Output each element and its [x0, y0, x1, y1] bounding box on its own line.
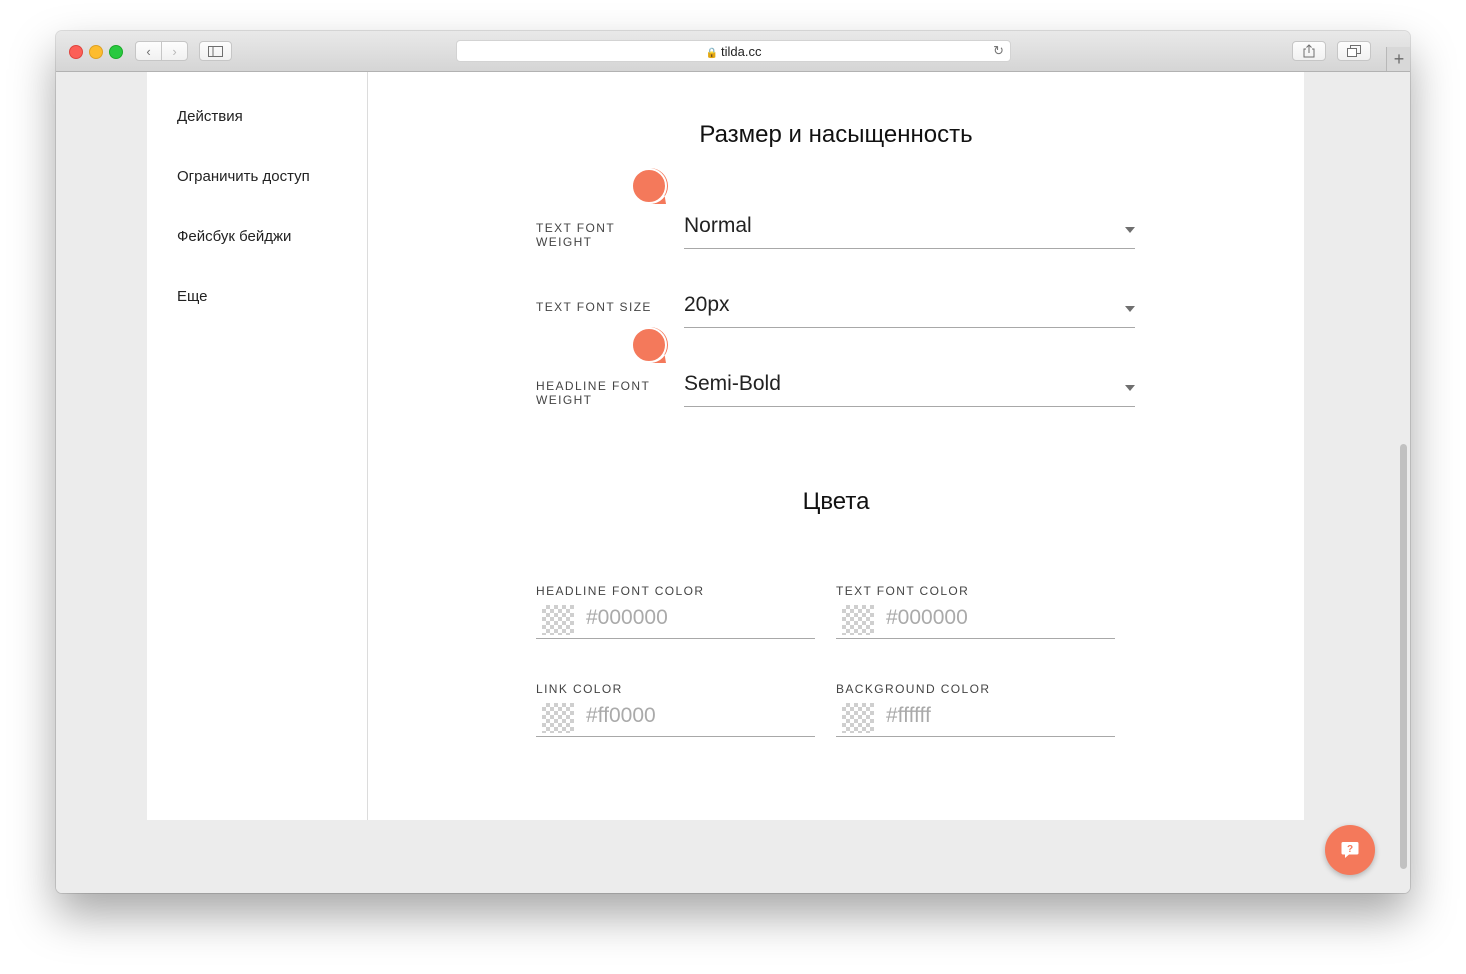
select-value: Normal — [684, 214, 752, 237]
text-font-weight-label: TEXT FONT WEIGHT — [536, 221, 616, 249]
color-swatch-icon[interactable] — [842, 605, 874, 635]
text-font-color-field — [836, 600, 1115, 639]
section-title-colors: Цвета — [802, 488, 870, 515]
back-button[interactable]: ‹ — [135, 41, 162, 61]
marker-icon — [631, 168, 668, 204]
caret-down-icon — [1125, 227, 1135, 233]
background-color-field — [836, 698, 1115, 737]
sidebar-item-more[interactable]: Еще — [177, 288, 208, 305]
link-color-label: LINK COLOR — [536, 682, 623, 696]
headline-font-weight-label: HEADLINE FONT WEIGHT — [536, 379, 651, 407]
select-value: Semi-Bold — [684, 372, 781, 395]
help-chat-button[interactable]: ? — [1325, 825, 1375, 875]
chevron-left-icon: ‹ — [146, 43, 151, 59]
zoom-window-button[interactable] — [109, 45, 123, 59]
color-swatch-icon[interactable] — [842, 703, 874, 733]
minimize-window-button[interactable] — [89, 45, 103, 59]
forward-button[interactable]: › — [161, 41, 188, 61]
sidebar-item-restrict-access[interactable]: Ограничить доступ — [177, 168, 310, 185]
svg-text:?: ? — [1347, 844, 1353, 855]
lock-icon: 🔒 — [705, 48, 718, 59]
text-font-size-select[interactable]: 20px — [684, 287, 1135, 328]
vertical-scrollbar[interactable] — [1396, 72, 1410, 893]
headline-font-weight-select[interactable]: Semi-Bold — [684, 366, 1135, 407]
settings-content: Размер и насыщенность TEXT FONT WEIGHT N… — [368, 72, 1304, 820]
text-font-weight-select[interactable]: Normal — [684, 208, 1135, 249]
new-tab-button[interactable]: + — [1386, 47, 1410, 71]
headline-font-color-field — [536, 600, 815, 639]
link-color-field — [536, 698, 815, 737]
marker-icon — [631, 327, 668, 363]
headline-font-color-input[interactable] — [586, 606, 806, 630]
reload-icon[interactable]: ↻ — [993, 43, 1004, 59]
show-tabs-button[interactable] — [1337, 41, 1371, 61]
scrollbar-thumb[interactable] — [1400, 444, 1407, 869]
text-font-color-input[interactable] — [886, 606, 1106, 630]
share-icon — [1303, 44, 1315, 58]
browser-toolbar: ‹ › 🔒 tilda.cc ↻ + — [56, 31, 1410, 72]
close-window-button[interactable] — [69, 45, 83, 59]
caret-down-icon — [1125, 306, 1135, 312]
color-swatch-icon[interactable] — [542, 703, 574, 733]
sidebar-icon — [208, 45, 223, 57]
select-value: 20px — [684, 293, 730, 316]
page-viewport: Действия Ограничить доступ Фейсбук бейдж… — [56, 72, 1410, 893]
sidebar-toggle-button[interactable] — [199, 41, 232, 61]
tabs-icon — [1347, 45, 1361, 57]
link-color-input[interactable] — [586, 704, 806, 728]
settings-sidebar: Действия Ограничить доступ Фейсбук бейдж… — [147, 72, 368, 820]
headline-font-color-label: HEADLINE FONT COLOR — [536, 584, 705, 598]
sidebar-item-actions[interactable]: Действия — [177, 108, 243, 125]
share-button[interactable] — [1292, 41, 1326, 61]
text-font-color-label: TEXT FONT COLOR — [836, 584, 970, 598]
plus-icon: + — [1393, 48, 1405, 69]
browser-window: ‹ › 🔒 tilda.cc ↻ + Действия Ограничить д… — [56, 31, 1410, 893]
url-text: tilda.cc — [720, 44, 762, 59]
help-icon: ? — [1341, 842, 1359, 858]
chevron-right-icon: › — [172, 43, 177, 59]
text-font-size-label: TEXT FONT SIZE — [536, 300, 652, 314]
section-title-size-weight: Размер и насыщенность — [699, 121, 973, 148]
caret-down-icon — [1125, 385, 1135, 391]
background-color-input[interactable] — [886, 704, 1106, 728]
background-color-label: BACKGROUND COLOR — [836, 682, 991, 696]
address-bar[interactable]: 🔒 tilda.cc ↻ — [456, 40, 1011, 62]
color-swatch-icon[interactable] — [542, 605, 574, 635]
sidebar-item-facebook-badges[interactable]: Фейсбук бейджи — [177, 228, 291, 245]
